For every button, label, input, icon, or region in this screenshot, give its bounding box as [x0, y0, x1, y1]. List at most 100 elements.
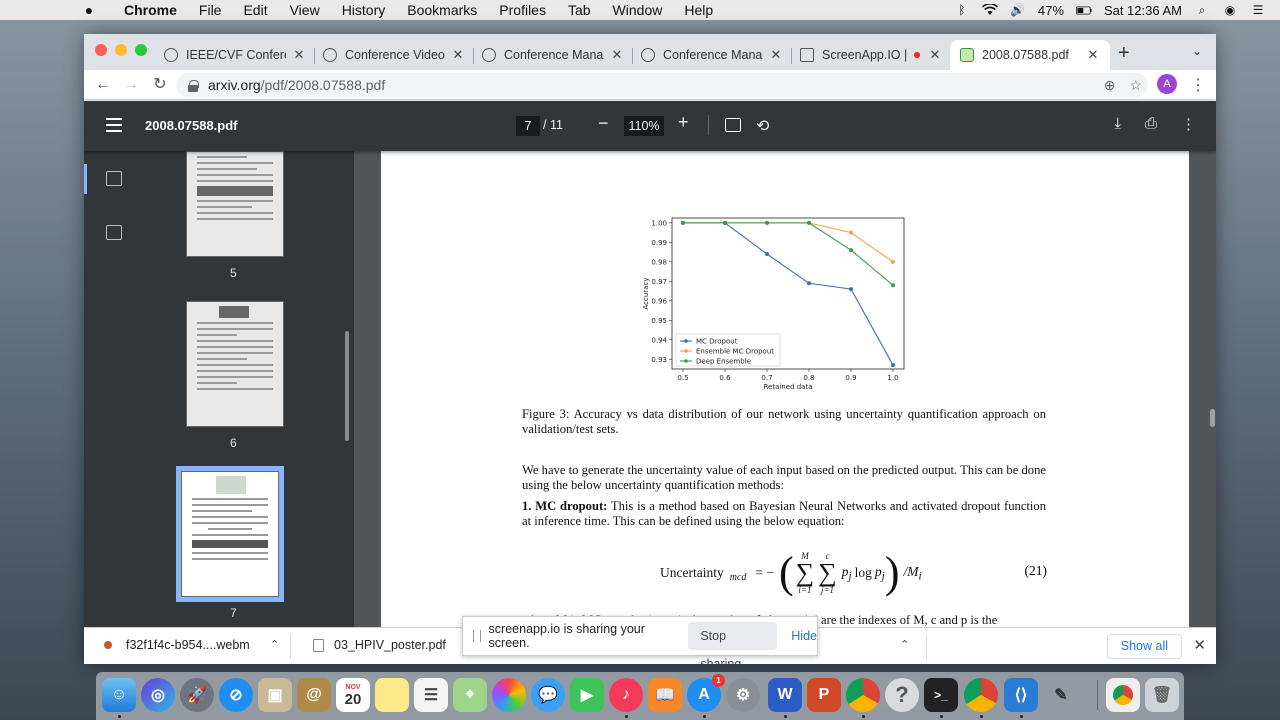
zoom-window-button[interactable] — [135, 44, 147, 56]
hide-button[interactable]: Hide — [791, 629, 817, 643]
close-tab-icon[interactable]: ✕ — [928, 47, 942, 63]
menu-help[interactable]: Help — [684, 2, 713, 18]
trash-icon[interactable]: 🗑 — [1145, 678, 1179, 712]
forward-icon[interactable]: → — [121, 75, 141, 95]
calendar-icon[interactable]: NOV 20 — [336, 678, 370, 712]
drag-grip-icon[interactable] — [473, 630, 481, 642]
address-bar[interactable]: arxiv.org/pdf/2008.07588.pdf ⊕ ☆ — [176, 73, 1148, 97]
minimize-window-button[interactable] — [115, 44, 127, 56]
thumbnail-label: 7 — [230, 606, 237, 620]
download-options-icon[interactable]: ⌃ — [900, 638, 909, 651]
chrome-menu-icon[interactable]: ⋮ — [1190, 75, 1206, 95]
back-icon[interactable]: ← — [93, 75, 113, 95]
pen-tool-icon[interactable]: ✎ — [1044, 678, 1078, 712]
system-preferences-icon[interactable]: ⚙ — [726, 678, 760, 712]
menu-hamburger-icon[interactable] — [106, 118, 122, 132]
close-window-button[interactable] — [95, 44, 107, 56]
tab-conference-manage-1[interactable]: Conference Manage ✕ — [474, 40, 633, 70]
new-tab-icon[interactable]: + — [1118, 42, 1130, 65]
close-tab-icon[interactable]: ✕ — [769, 47, 783, 63]
thumbnails-icon[interactable] — [84, 164, 122, 194]
tab-screenapp[interactable]: ScreenApp.IO | ✕ — [792, 40, 950, 70]
volume-icon[interactable]: 🔊 — [1010, 3, 1026, 17]
zoom-out-icon[interactable]: − — [598, 113, 609, 134]
show-all-button[interactable]: Show all — [1106, 634, 1182, 659]
spotlight-icon[interactable]: ⌕ — [1194, 3, 1210, 17]
more-options-icon[interactable]: ⋮ — [1181, 115, 1196, 133]
menu-tab[interactable]: Tab — [568, 2, 591, 18]
facetime-icon[interactable]: ▶ — [570, 678, 604, 712]
zoom-level-input[interactable]: 110% — [624, 116, 664, 136]
page-thumbnail-7-selected[interactable] — [176, 466, 284, 602]
download-options-icon[interactable]: ⌃ — [270, 638, 279, 651]
sidebar-scrollbar[interactable] — [345, 331, 349, 441]
terminal-icon[interactable]: >_ — [924, 678, 958, 712]
app-store-icon[interactable]: A1 — [687, 674, 725, 712]
outline-icon[interactable] — [106, 225, 122, 240]
tab-conference-video[interactable]: Conference Video U ✕ — [315, 40, 474, 70]
page-thumbnail-5[interactable] — [186, 151, 284, 257]
lock-icon[interactable] — [188, 79, 199, 92]
stop-sharing-button[interactable]: Stop sharing — [688, 622, 778, 664]
page-thumbnail-6[interactable] — [186, 301, 284, 427]
zoom-icon[interactable]: ⊕ — [1104, 77, 1116, 94]
preview-icon[interactable]: ▣ — [258, 678, 292, 712]
tab-ieee-cvf[interactable]: IEEE/CVF Conference ✕ — [156, 40, 315, 70]
battery-icon[interactable] — [1075, 3, 1092, 17]
page-number-input[interactable]: 7 — [516, 116, 540, 136]
notes-icon[interactable] — [375, 678, 409, 712]
fit-page-icon[interactable] — [725, 118, 741, 132]
rotate-icon[interactable]: ⟲ — [756, 116, 769, 136]
apple-icon[interactable]: ● — [80, 2, 98, 18]
books-icon[interactable]: 📖 — [648, 678, 682, 712]
menu-profiles[interactable]: Profiles — [499, 2, 546, 18]
wifi-icon[interactable] — [981, 3, 998, 17]
print-icon[interactable]: ⎙ — [1145, 115, 1157, 133]
chrome-minimized-icon[interactable] — [1106, 678, 1140, 712]
close-tab-icon[interactable]: ✕ — [451, 47, 465, 63]
messages-icon[interactable]: 💬 — [531, 678, 565, 712]
document-scrollbar[interactable] — [1210, 409, 1215, 427]
help-icon[interactable]: ? — [885, 678, 919, 712]
control-icon[interactable]: ☰ — [1250, 3, 1266, 17]
launchpad-icon[interactable]: 🚀 — [180, 678, 214, 712]
maps-icon[interactable]: ⌖ — [453, 678, 487, 712]
zoom-in-icon[interactable]: + — [678, 112, 689, 133]
menu-file[interactable]: File — [199, 2, 222, 18]
tab-search-icon[interactable]: ⌄ — [1192, 44, 1202, 58]
clock[interactable]: Sat 12:36 AM — [1104, 3, 1182, 18]
profile-avatar[interactable]: A — [1157, 74, 1177, 94]
safari-icon[interactable]: ⊘ — [219, 678, 253, 712]
siri-app-icon[interactable]: ◎ — [141, 678, 175, 712]
menu-window[interactable]: Window — [613, 2, 663, 18]
music-icon[interactable]: ♪ — [609, 678, 643, 712]
menu-history[interactable]: History — [342, 2, 386, 18]
chrome-icon[interactable] — [846, 678, 880, 712]
finder-icon[interactable]: ☺ — [102, 678, 136, 712]
close-shelf-icon[interactable]: ✕ — [1193, 636, 1206, 654]
tab-pdf-active[interactable]: 2008.07588.pdf ✕ — [950, 40, 1110, 70]
download-icon[interactable]: ⤓ — [1114, 115, 1121, 133]
menu-bookmarks[interactable]: Bookmarks — [407, 2, 477, 18]
download-item-webm[interactable]: f32f1f4c-b954....webm — [104, 638, 250, 652]
bluetooth-icon[interactable]: ᛒ — [954, 3, 970, 17]
menu-app-name[interactable]: Chrome — [124, 2, 177, 18]
menu-edit[interactable]: Edit — [243, 2, 267, 18]
close-tab-icon[interactable]: ✕ — [292, 47, 306, 63]
close-tab-icon[interactable]: ✕ — [610, 47, 624, 63]
download-item-pdf[interactable]: 03_HPIV_poster.pdf — [313, 638, 446, 652]
photos-icon[interactable] — [492, 678, 526, 712]
contacts-icon[interactable]: @ — [297, 678, 331, 712]
siri-icon[interactable]: ◉ — [1222, 3, 1238, 17]
reminders-icon[interactable]: ☰ — [414, 678, 448, 712]
vscode-icon[interactable]: ⟨⟩ — [1004, 678, 1038, 712]
powerpoint-icon[interactable]: P — [807, 678, 841, 712]
reload-icon[interactable]: ↻ — [150, 75, 170, 95]
close-tab-icon[interactable]: ✕ — [1086, 47, 1100, 63]
tab-conference-manage-2[interactable]: Conference Manage ✕ — [633, 40, 792, 70]
menu-view[interactable]: View — [290, 2, 320, 18]
chrome-canary-icon[interactable] — [964, 678, 998, 712]
word-icon[interactable]: W — [768, 678, 802, 712]
page-total: / 11 — [543, 118, 563, 132]
bookmark-star-icon[interactable]: ☆ — [1129, 77, 1142, 94]
